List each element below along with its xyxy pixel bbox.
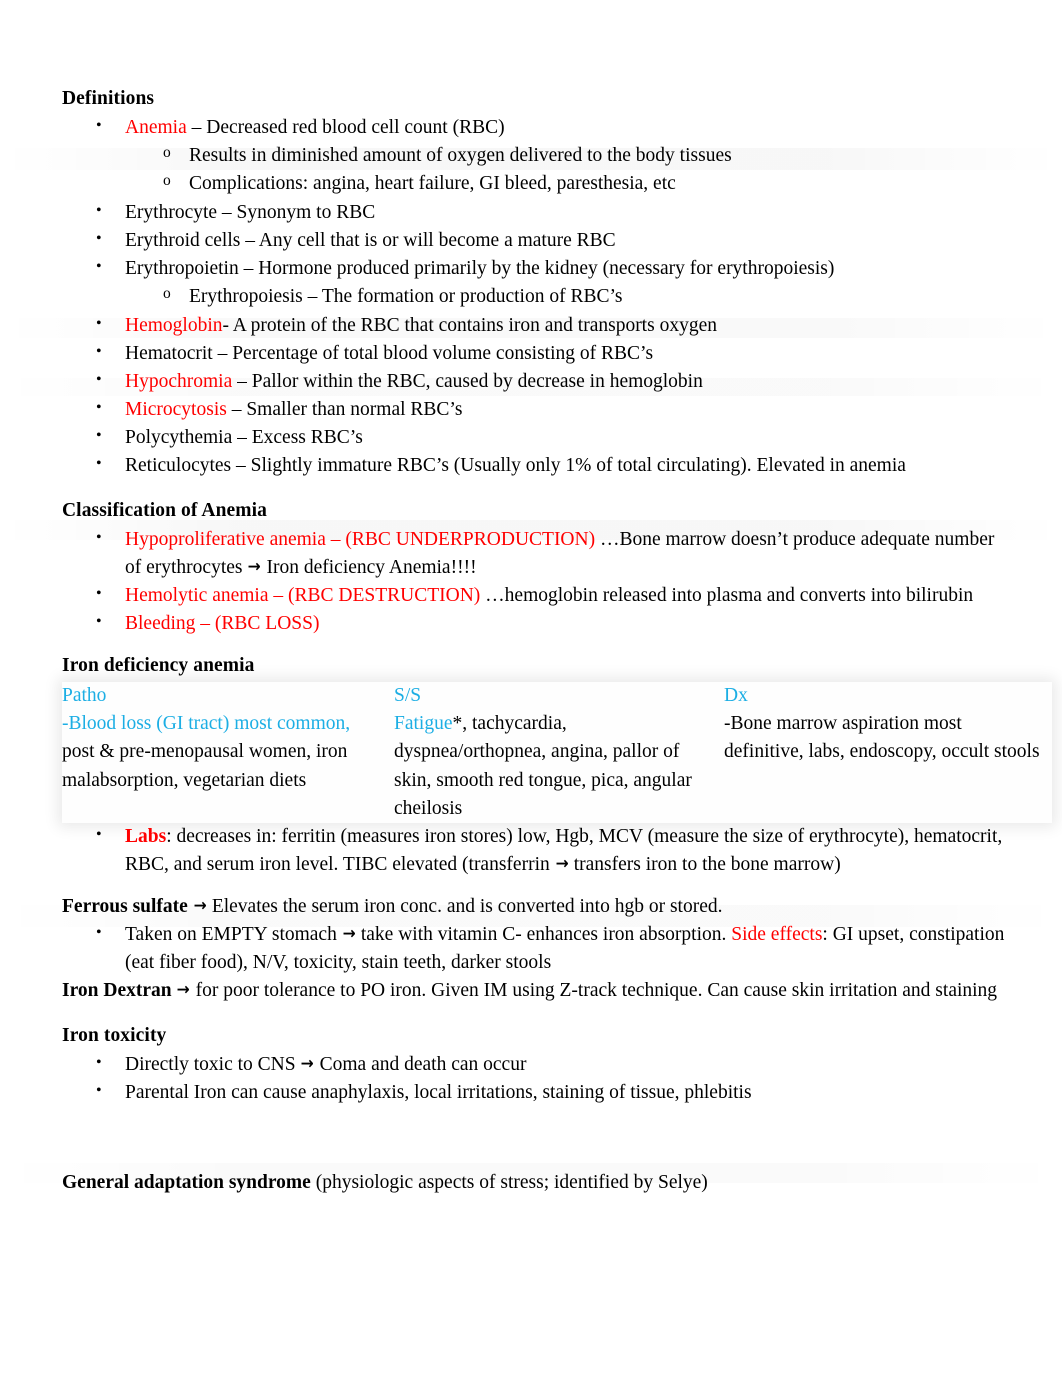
list-item: Erythroid cells – Any cell that is or wi… — [62, 226, 1014, 255]
list-item: Erythropoiesis – The formation or produc… — [125, 283, 1014, 312]
arrow-icon: → — [193, 895, 207, 916]
term-microcytosis-desc: – Smaller than normal RBC’s — [226, 399, 463, 421]
ferrous-sulfate-text: Elevates the serum iron conc. and is con… — [206, 895, 723, 917]
table-cell-dx: Dx -Bone marrow aspiration most definiti… — [720, 682, 1052, 822]
term-microcytosis: Microcytosis — [125, 399, 227, 421]
classification-hypoproliferative-text-b: Iron deficiency Anemia!!!! — [261, 557, 477, 579]
iron-toxicity-text-a: Directly toxic to CNS — [125, 1053, 301, 1075]
side-effects-label: Side effects — [731, 923, 823, 945]
labs-text-b: transfers iron to the bone marrow) — [568, 853, 841, 875]
term-erythropoietin-desc: Erythropoietin – Hormone produced primar… — [125, 258, 835, 280]
classification-hemolytic-label: Hemolytic anemia – (RBC DESTRUCTION) — [125, 585, 481, 607]
arrow-icon: → — [342, 923, 356, 944]
classification-bleeding-label: Bleeding – (RBC LOSS) — [125, 613, 320, 635]
list-item: Results in diminished amount of oxygen d… — [125, 142, 1014, 171]
section-heading-iron-toxicity: Iron toxicity — [62, 1025, 167, 1047]
list-item: Taken on EMPTY stomach → take with vitam… — [62, 920, 1014, 977]
list-item: Anemia – Decreased red blood cell count … — [62, 113, 1014, 199]
definitions-sublist-erythropoiesis: Erythropoiesis – The formation or produc… — [125, 283, 1014, 312]
table-header-dx: Dx — [724, 685, 748, 707]
list-item: Hemolytic anemia – (RBC DESTRUCTION) …he… — [62, 581, 1014, 610]
list-item: Reticulocytes – Slightly immature RBC’s … — [62, 451, 1014, 480]
ferrous-bullet-text-b: take with vitamin C- enhances iron absor… — [355, 923, 732, 945]
list-item: Microcytosis – Smaller than normal RBC’s — [62, 395, 1014, 424]
ferrous-sulfate-list: Taken on EMPTY stomach → take with vitam… — [62, 920, 1014, 977]
term-hemoglobin-desc: - A protein of the RBC that contains iro… — [222, 315, 717, 337]
list-item: Hematocrit – Percentage of total blood v… — [62, 339, 1014, 368]
classification-hemolytic-text: …hemoglobin released into plasma and con… — [480, 585, 974, 607]
iron-toxicity-list: Directly toxic to CNS → Coma and death c… — [62, 1050, 1014, 1107]
ferrous-sulfate-label: Ferrous sulfate — [62, 895, 188, 917]
list-item: Parental Iron can cause anaphylaxis, loc… — [62, 1078, 1014, 1107]
section-heading-definitions: Definitions — [62, 88, 155, 109]
list-item: Hemoglobin- A protein of the RBC that co… — [62, 311, 1014, 340]
labs-list: Labs: decreases in: ferritin (measures i… — [62, 822, 1014, 879]
table-header-patho: Patho — [62, 685, 107, 707]
table-cell-ss-highlight: Fatigue — [394, 713, 453, 735]
general-adaptation-label: General adaptation syndrome — [62, 1172, 311, 1194]
term-anemia: Anemia — [125, 116, 187, 138]
list-item: Erythropoietin – Hormone produced primar… — [62, 254, 1014, 312]
labs-label: Labs — [125, 825, 167, 847]
iron-deficiency-table: Patho -Blood loss (GI tract) most common… — [62, 682, 1052, 823]
arrow-icon: → — [177, 980, 191, 1001]
list-item: Hypoproliferative anemia – (RBC UNDERPRO… — [62, 525, 1014, 582]
term-hemoglobin: Hemoglobin — [125, 315, 223, 337]
term-anemia-desc: – Decreased red blood cell count (RBC) — [186, 116, 505, 138]
iron-toxicity-text-b: Coma and death can occur — [314, 1053, 527, 1075]
document-page: Definitions Anemia – Decreased red blood… — [0, 0, 1062, 1377]
table-row: Patho -Blood loss (GI tract) most common… — [62, 682, 1052, 822]
document-content: Definitions Anemia – Decreased red blood… — [62, 86, 1052, 1197]
iron-deficiency-table-wrapper: Patho -Blood loss (GI tract) most common… — [62, 682, 1052, 823]
iron-dextran-label: Iron Dextran — [62, 980, 172, 1002]
definitions-list: Anemia – Decreased red blood cell count … — [62, 113, 1014, 481]
ferrous-sulfate-line: Ferrous sulfate → Elevates the serum iro… — [62, 893, 1014, 921]
classification-hypoproliferative-label: Hypoproliferative anemia – (RBC UNDERPRO… — [125, 529, 596, 551]
iron-dextran-line: Iron Dextran → for poor tolerance to PO … — [62, 977, 1014, 1005]
list-item: Erythrocyte – Synonym to RBC — [62, 198, 1014, 227]
term-hypochromia-desc: – Pallor within the RBC, caused by decre… — [232, 371, 703, 393]
table-cell-ss: S/S Fatigue*, tachycardia, dyspnea/ortho… — [390, 682, 720, 822]
table-cell-patho-body: post & pre-menopausal women, iron malabs… — [62, 741, 348, 791]
list-item: Hypochromia – Pallor within the RBC, cau… — [62, 367, 1014, 396]
table-cell-dx-body: -Bone marrow aspiration most definitive,… — [724, 713, 1040, 763]
list-item: Polycythemia – Excess RBC’s — [62, 423, 1014, 452]
definitions-sublist-anemia: Results in diminished amount of oxygen d… — [125, 142, 1014, 199]
section-heading-iron-deficiency: Iron deficiency anemia — [62, 654, 255, 676]
general-adaptation-line: General adaptation syndrome (physiologic… — [62, 1169, 1014, 1197]
table-cell-patho: Patho -Blood loss (GI tract) most common… — [62, 682, 390, 822]
arrow-icon: → — [555, 853, 569, 874]
general-adaptation-text: (physiologic aspects of stress; identifi… — [310, 1172, 708, 1194]
term-hypochromia: Hypochromia — [125, 371, 233, 393]
list-item: Bleeding – (RBC LOSS) — [62, 609, 1014, 638]
section-heading-classification: Classification of Anemia — [62, 500, 267, 522]
iron-dextran-text: for poor tolerance to PO iron. Given IM … — [190, 980, 998, 1002]
arrow-icon: → — [301, 1053, 315, 1074]
list-item: Complications: angina, heart failure, GI… — [125, 170, 1014, 199]
list-item: Labs: decreases in: ferritin (measures i… — [62, 822, 1014, 879]
table-cell-patho-highlight: -Blood loss (GI tract) most common, — [62, 713, 351, 735]
ferrous-bullet-text-a: Taken on EMPTY stomach — [125, 923, 342, 945]
arrow-icon: → — [247, 557, 262, 578]
classification-list: Hypoproliferative anemia – (RBC UNDERPRO… — [62, 525, 1014, 638]
table-header-ss: S/S — [394, 685, 422, 707]
list-item: Directly toxic to CNS → Coma and death c… — [62, 1050, 1014, 1079]
